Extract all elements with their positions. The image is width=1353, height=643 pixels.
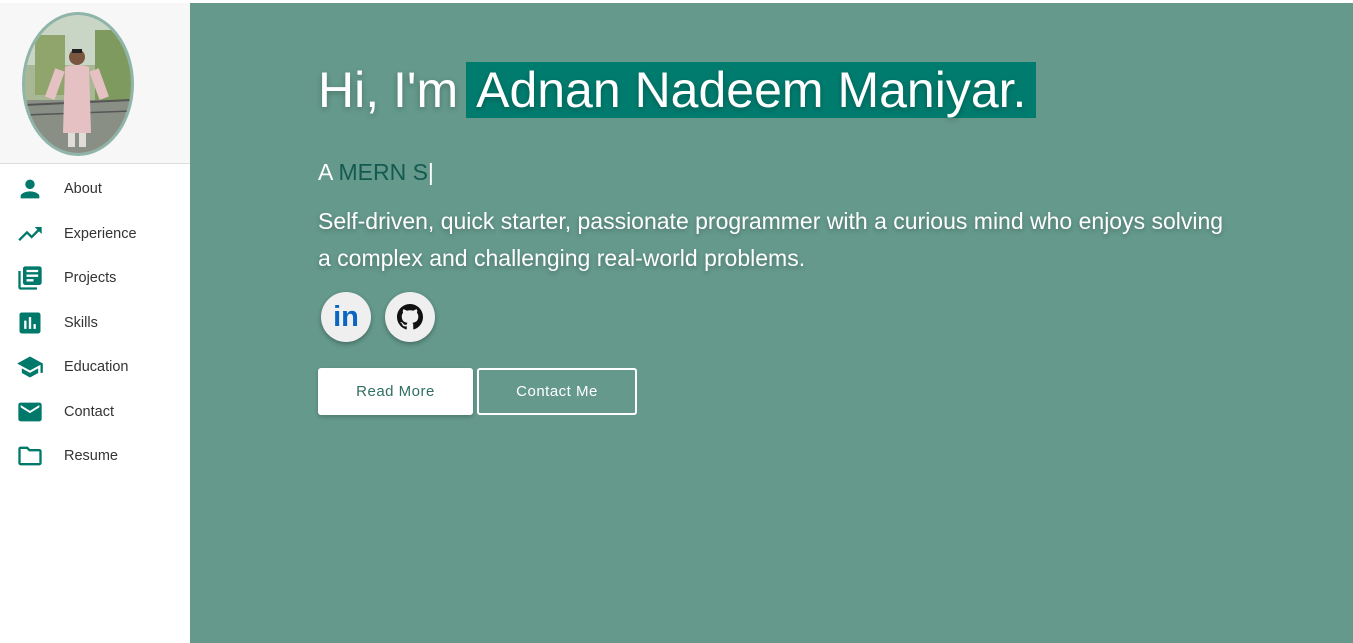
sidebar-item-label: About	[64, 181, 102, 197]
sidebar-item-education[interactable]: Education	[0, 347, 190, 392]
typed-prefix: A	[318, 159, 339, 185]
typed-role: A MERN S|	[318, 159, 434, 186]
sidebar: About Experience Projects Skills Educati…	[0, 3, 191, 643]
library-books-icon	[16, 264, 44, 292]
hero-heading: Hi, I'm Adnan Nadeem Maniyar.	[318, 61, 1037, 119]
sidebar-item-resume[interactable]: Resume	[0, 436, 190, 481]
trending-up-icon	[16, 220, 44, 248]
hero-section: Hi, I'm Adnan Nadeem Maniyar. A MERN S| S…	[190, 3, 1353, 643]
linkedin-link[interactable]: in	[321, 292, 371, 342]
person-icon	[16, 175, 44, 203]
sidebar-item-contact[interactable]: Contact	[0, 392, 190, 437]
avatar-photo	[25, 15, 131, 153]
bar-chart-icon	[16, 309, 44, 337]
sidebar-item-label: Projects	[64, 270, 117, 286]
avatar	[22, 12, 134, 156]
github-link[interactable]	[385, 292, 435, 342]
sidebar-item-label: Skills	[64, 314, 98, 331]
sidebar-item-label: Contact	[64, 403, 114, 420]
sidebar-item-skills[interactable]: Skills	[0, 303, 190, 348]
linkedin-icon: in	[333, 301, 359, 333]
hero-bio: Self-driven, quick starter, passionate p…	[318, 208, 1224, 271]
greeting-prefix: Hi, I'm	[318, 62, 459, 118]
typed-text: MERN S	[338, 159, 428, 185]
sidebar-item-label: Resume	[64, 448, 118, 464]
hero-name: Adnan Nadeem Maniyar.	[466, 62, 1037, 118]
sidebar-item-experience[interactable]: Experience	[0, 214, 190, 259]
contact-me-button[interactable]: Contact Me	[477, 368, 637, 415]
github-icon	[397, 304, 423, 330]
sidebar-item-label: Experience	[64, 225, 137, 242]
sidebar-item-about[interactable]: About	[0, 169, 190, 214]
typing-cursor: |	[427, 159, 434, 185]
sidebar-nav: About Experience Projects Skills Educati…	[0, 169, 190, 481]
avatar-container	[0, 3, 190, 164]
sidebar-item-projects[interactable]: Projects	[0, 258, 190, 303]
mail-icon	[16, 398, 44, 426]
school-icon	[16, 353, 44, 381]
folder-icon	[16, 442, 44, 470]
sidebar-item-label: Education	[64, 359, 129, 375]
read-more-button[interactable]: Read More	[318, 368, 473, 415]
